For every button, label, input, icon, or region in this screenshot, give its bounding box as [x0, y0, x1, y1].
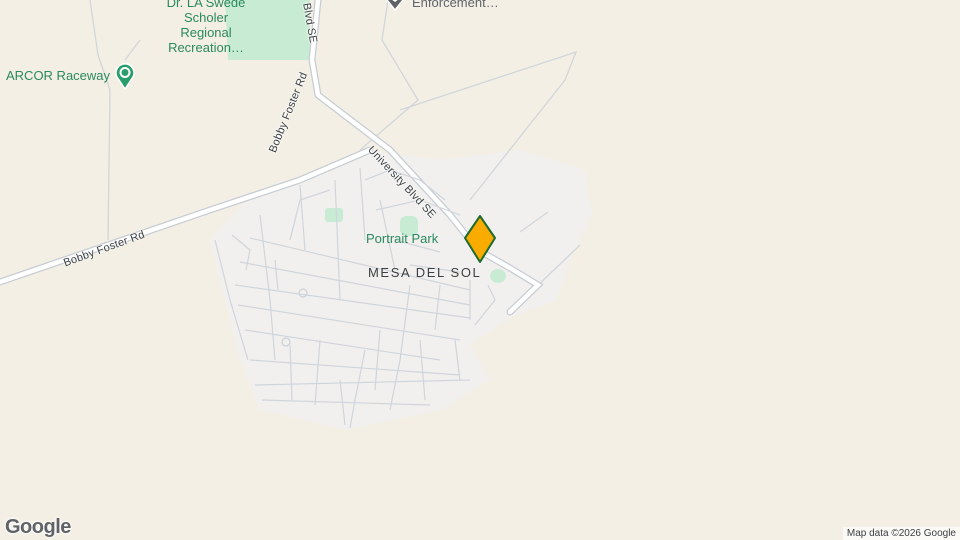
poi-label-portrait-park[interactable]: Portrait Park — [366, 231, 438, 246]
portrait-park-label-text: Portrait Park — [366, 231, 439, 246]
park-label-line-4: Recreation… — [168, 40, 244, 55]
raceway-label-text: ARCOR Raceway — [6, 68, 111, 83]
park-area-small-1 — [325, 208, 343, 222]
park-label-line-2: Scholer — [183, 10, 229, 25]
raceway-pin-icon[interactable] — [114, 62, 136, 90]
park-area-small-2 — [490, 269, 506, 283]
poi-label-raceway[interactable]: ARCOR Raceway — [6, 68, 110, 83]
enforcement-pin-icon[interactable] — [383, 0, 407, 12]
map-attribution[interactable]: Map data ©2026 Google — [842, 527, 960, 540]
mesa-del-sol-text: MESA DEL SOL — [368, 265, 482, 280]
location-marker-icon[interactable] — [463, 214, 497, 266]
map-canvas[interactable]: Dr. LA Swede Scholer Regional Recreation… — [0, 0, 960, 540]
poi-label-enforcement[interactable]: Enforcement… — [412, 0, 499, 10]
park-label-scholer[interactable]: Dr. LA Swede Scholer Regional Recreation… — [160, 0, 252, 55]
google-logo-text: Google — [5, 516, 71, 538]
enforcement-label-text: Enforcement… — [412, 0, 499, 10]
area-label-mesa-del-sol: MESA DEL SOL — [368, 265, 481, 280]
park-label-line-1: Dr. LA Swede — [166, 0, 246, 10]
map-attribution-text: Map data ©2026 Google — [846, 528, 956, 539]
google-logo[interactable]: Google — [5, 516, 71, 539]
park-label-line-3: Regional — [180, 25, 232, 40]
